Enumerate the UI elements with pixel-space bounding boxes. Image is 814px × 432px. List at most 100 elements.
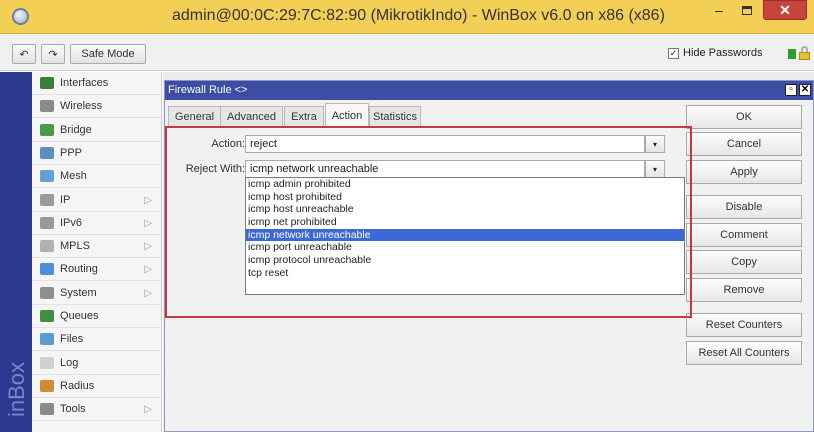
dropdown-option[interactable]: icmp port unreachable <box>246 241 684 254</box>
safe-mode-button[interactable]: Safe Mode <box>70 44 146 64</box>
submenu-arrow-icon: ▷ <box>144 287 152 299</box>
wireless-icon <box>40 100 54 113</box>
reject-with-label: Reject With: <box>185 163 245 175</box>
cancel-button[interactable]: Cancel <box>686 132 802 156</box>
hide-passwords-toggle[interactable]: ✓ Hide Passwords <box>668 47 762 59</box>
minimize-button[interactable]: – <box>706 0 732 20</box>
copy-button[interactable]: Copy <box>686 250 802 274</box>
toolbar: ↶ ↷ Safe Mode ✓ Hide Passwords <box>0 35 814 71</box>
sidebar-item-bridge[interactable]: Bridge <box>32 119 162 142</box>
dialog-titlebar[interactable]: Firewall Rule <> ▫ ✕ <box>165 81 813 100</box>
radius-icon <box>40 379 54 392</box>
tab-action[interactable]: Action <box>325 103 369 127</box>
submenu-arrow-icon: ▷ <box>144 194 152 206</box>
system-icon <box>40 286 54 299</box>
sidebar-item-label: PPP <box>60 146 83 159</box>
dropdown-option[interactable]: tcp reset <box>246 267 684 280</box>
close-icon: ✕ <box>800 84 810 95</box>
routing-icon <box>40 263 54 276</box>
window-title: admin@00:0C:29:7C:82:90 (MikrotikIndo) -… <box>172 7 665 24</box>
sidebar-item-mesh[interactable]: Mesh <box>32 165 162 189</box>
submenu-arrow-icon: ▷ <box>144 264 152 276</box>
sidebar-item-tools[interactable]: Tools ▷ <box>32 398 162 422</box>
tab-statistics[interactable]: Statistics <box>369 106 421 126</box>
sidebar-item-interfaces[interactable]: Interfaces <box>32 72 162 95</box>
reset-counters-button[interactable]: Reset Counters <box>686 313 802 337</box>
sidebar-item-label: Wireless <box>60 100 103 113</box>
window-titlebar[interactable]: admin@00:0C:29:7C:82:90 (MikrotikIndo) -… <box>0 0 814 34</box>
dropdown-option[interactable]: icmp admin prohibited <box>246 178 684 191</box>
sidebar-item-label: Tools <box>60 403 86 416</box>
remove-button[interactable]: Remove <box>686 278 802 302</box>
sidebar-item-label: Interfaces <box>60 77 109 89</box>
sidebar-item-label: Bridge <box>60 123 92 136</box>
lock-icon <box>799 46 810 60</box>
sidebar-item-ip[interactable]: IP ▷ <box>32 189 162 212</box>
submenu-arrow-icon: ▷ <box>144 404 152 416</box>
action-select[interactable]: reject <box>245 135 645 153</box>
disable-button[interactable]: Disable <box>686 195 802 219</box>
action-dropdown-button[interactable]: ▾ <box>645 135 665 153</box>
chevron-down-icon: ▾ <box>652 164 657 174</box>
tab-panel-border <box>165 126 685 127</box>
winbox-app-icon <box>12 8 29 25</box>
tab-extra[interactable]: Extra <box>284 106 324 126</box>
tools-icon <box>40 403 54 416</box>
sidebar-item-label: MPLS <box>60 240 90 253</box>
dialog-close-button[interactable]: ✕ <box>799 84 811 96</box>
minimize-icon: – <box>715 2 723 18</box>
dropdown-option[interactable]: icmp net prohibited <box>246 216 684 229</box>
dropdown-option[interactable]: icmp protocol unreachable <box>246 254 684 267</box>
close-window-button[interactable]: ✕ <box>763 0 807 20</box>
maximize-icon <box>742 5 752 15</box>
reject-with-dropdown-button[interactable]: ▾ <box>645 160 665 178</box>
ok-button[interactable]: OK <box>686 105 802 129</box>
tab-advanced[interactable]: Advanced <box>220 106 283 126</box>
sidebar-item-label: Files <box>60 333 84 346</box>
reject-with-select[interactable]: icmp network unreachable <box>245 160 645 178</box>
mesh-icon <box>40 170 54 183</box>
sidebar-item-queues[interactable]: Queues <box>32 305 162 328</box>
brand-text: inBox <box>4 361 29 417</box>
sidebar-item-ppp[interactable]: PPP <box>32 142 162 165</box>
sidebar-item-label: Routing <box>60 263 98 276</box>
submenu-arrow-icon: ▷ <box>144 241 152 253</box>
sidebar-item-radius[interactable]: Radius <box>32 375 162 398</box>
sidebar-menu: Interfaces Wireless Bridge PPP Mesh IP ▷ IPv6 ▷ M… <box>32 72 162 432</box>
sidebar-item-files[interactable]: Files <box>32 328 162 352</box>
mpls-icon <box>40 240 54 253</box>
dialog-title: Firewall Rule <> <box>168 84 248 96</box>
sidebar-item-label: IP <box>60 193 71 206</box>
sidebar-item-ipv6[interactable]: IPv6 ▷ <box>32 212 162 235</box>
sidebar-item-label: Radius <box>60 379 95 392</box>
sidebar-item-log[interactable]: Log <box>32 352 162 375</box>
dropdown-option[interactable]: icmp host prohibited <box>246 191 684 204</box>
undo-button[interactable]: ↶ <box>12 44 36 64</box>
ipv6-icon <box>40 216 54 229</box>
dialog-restore-button[interactable]: ▫ <box>785 84 797 96</box>
sidebar-item-wireless[interactable]: Wireless <box>32 95 162 119</box>
reset-all-counters-button[interactable]: Reset All Counters <box>686 341 802 365</box>
sidebar-item-mpls[interactable]: MPLS ▷ <box>32 235 162 259</box>
status-indicator-icon <box>788 49 796 59</box>
interfaces-icon <box>40 77 54 89</box>
ip-icon <box>40 193 54 206</box>
undo-icon: ↶ <box>19 48 29 61</box>
sidebar-item-routing[interactable]: Routing ▷ <box>32 258 162 282</box>
files-icon <box>40 333 54 346</box>
queues-icon <box>40 310 54 322</box>
sidebar-item-label: Queues <box>60 310 99 322</box>
sidebar-item-system[interactable]: System ▷ <box>32 282 162 305</box>
redo-button[interactable]: ↷ <box>41 44 65 64</box>
maximize-button[interactable] <box>734 0 760 20</box>
sidebar-item-label: IPv6 <box>60 216 83 229</box>
comment-button[interactable]: Comment <box>686 223 802 247</box>
sidebar-item-label: Mesh <box>60 170 87 183</box>
dropdown-option[interactable]: icmp host unreachable <box>246 203 684 216</box>
hide-passwords-label: Hide Passwords <box>683 47 763 59</box>
hide-passwords-checkbox[interactable]: ✓ <box>668 47 679 59</box>
dropdown-option[interactable]: icmp network unreachable <box>246 228 684 242</box>
apply-button[interactable]: Apply <box>686 160 802 184</box>
close-icon: ✕ <box>779 1 791 18</box>
tab-general[interactable]: General <box>168 106 221 126</box>
